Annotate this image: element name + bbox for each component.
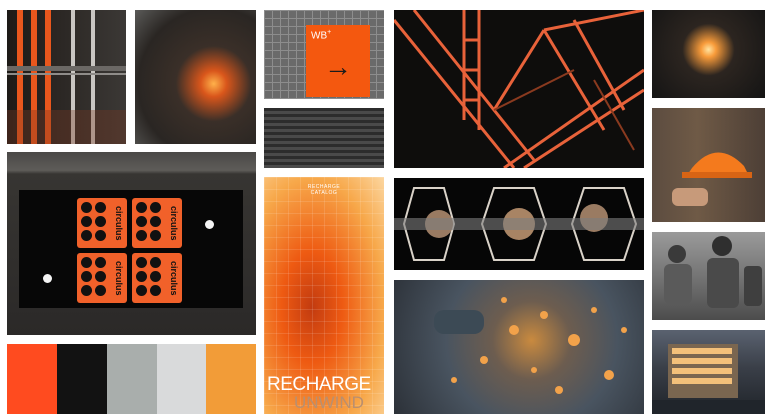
- photo-grinding-sparks: [394, 280, 644, 414]
- truss-illustration: [394, 10, 644, 168]
- brand-sign: WB+ →: [306, 25, 370, 97]
- photo-orange-steel-truss: [394, 10, 644, 168]
- photo-cutting-sparks: [652, 10, 765, 98]
- palette-swatch-black: [57, 344, 107, 414]
- video-frame-hands-glow: [394, 178, 644, 270]
- poster-word: circulus: [169, 260, 179, 296]
- workers-illustration: [664, 236, 762, 308]
- brand-mark: WB+: [311, 29, 331, 41]
- brand-mark-text: WB: [311, 30, 328, 42]
- poster-tile: circulus: [132, 198, 182, 248]
- poster-small-line-2: CATALOG: [310, 190, 338, 196]
- palette-swatch-amber: [206, 344, 256, 414]
- palette-swatch-orange: [7, 344, 57, 414]
- arrow-right-icon: →: [324, 51, 352, 82]
- recharge-poster: RECHARGE CATALOG RECHARGE UNWIND: [264, 177, 384, 414]
- poster-word: circulus: [169, 205, 179, 241]
- palette-swatch-light-gray: [157, 344, 206, 414]
- spark-particles: [434, 297, 627, 394]
- poster-subheadline: UNWIND: [294, 393, 364, 412]
- photo-construction-workers: [652, 232, 765, 320]
- poster-word: circulus: [114, 205, 124, 241]
- palette-swatch-gray: [107, 344, 157, 414]
- poster-tile: circulus: [132, 253, 182, 303]
- billboard-circulus-mockup: circulus circulus circulus circulus: [7, 152, 256, 335]
- hexagon-lights: [394, 187, 644, 261]
- poster-tile: circulus: [77, 253, 127, 303]
- decorative-dot: [205, 220, 214, 229]
- photo-welder-sparks: [135, 10, 256, 144]
- photo-worker-hard-hat: [652, 108, 765, 222]
- hard-hat-illustration: [672, 152, 752, 206]
- billboard-panel: circulus circulus circulus circulus: [19, 190, 243, 308]
- brand-mark-plus: +: [327, 29, 332, 36]
- photo-lit-building-construction: [652, 330, 765, 414]
- photo-building-facade: [264, 108, 384, 168]
- poster-tile: circulus: [77, 198, 127, 248]
- decorative-dot: [43, 274, 52, 283]
- poster-small-heading: RECHARGE CATALOG: [264, 184, 384, 196]
- building-illustration: [652, 344, 765, 414]
- signage-grid-mockup: WB+ →: [264, 10, 384, 99]
- photo-orange-steel-cables: [7, 10, 126, 144]
- poster-word: circulus: [114, 260, 124, 296]
